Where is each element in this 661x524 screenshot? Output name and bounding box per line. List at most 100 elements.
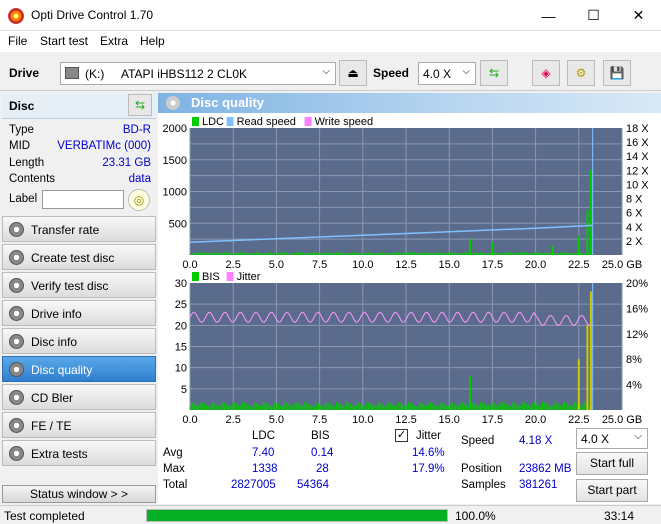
y-tick-label: 5 bbox=[181, 384, 187, 396]
x-tick-label: 17.5 bbox=[482, 414, 503, 423]
x-tick-label: 20.0 bbox=[525, 414, 546, 423]
jitter-checkbox[interactable]: ✓ bbox=[395, 429, 408, 442]
nav-fe-te[interactable]: FE / TE bbox=[2, 412, 156, 438]
y-tick-label: 1000 bbox=[163, 187, 187, 199]
x-tick-label: 12.5 bbox=[395, 414, 416, 423]
position-label: Position bbox=[461, 463, 502, 475]
x-tick-label: 10.0 bbox=[352, 414, 373, 423]
nav-drive-info[interactable]: Drive info bbox=[2, 300, 156, 326]
x-tick-label: 10.0 bbox=[352, 259, 373, 268]
drive-select[interactable]: (K:) ATAPI iHBS112 2 CL0K ⌵ bbox=[60, 62, 336, 85]
minimize-button[interactable]: — bbox=[526, 0, 571, 31]
chevron-down-icon: ⌵ bbox=[634, 431, 642, 442]
legend-label: LDC bbox=[202, 116, 224, 128]
progress-fill bbox=[147, 510, 447, 521]
disc-label-input[interactable] bbox=[42, 190, 124, 209]
max-label: Max bbox=[163, 463, 185, 475]
menu-help[interactable]: Help bbox=[140, 34, 165, 48]
app-icon bbox=[8, 8, 24, 24]
nav-verify-test-disc[interactable]: Verify test disc bbox=[2, 272, 156, 298]
speed-stat-label: Speed bbox=[461, 435, 495, 447]
drive-name: ATAPI iHBS112 2 CL0K bbox=[121, 67, 248, 81]
legend-label: Read speed bbox=[237, 116, 296, 128]
x-tick-label: 17.5 bbox=[482, 259, 503, 268]
legend-swatch bbox=[304, 117, 312, 126]
avg-label: Avg bbox=[163, 447, 183, 459]
menu-file[interactable]: File bbox=[8, 34, 27, 48]
disc-icon: ◎ bbox=[133, 193, 145, 207]
nav-disc-info[interactable]: Disc info bbox=[2, 328, 156, 354]
speed-select[interactable]: 4.0 X ⌵ bbox=[418, 62, 476, 85]
x-tick-label: 0.0 bbox=[182, 259, 197, 268]
erase-button[interactable]: ◈ bbox=[532, 60, 560, 86]
avg-jitter: 14.6% bbox=[412, 447, 445, 459]
disc-refresh-button[interactable]: ⇆ bbox=[128, 94, 152, 116]
save-button[interactable]: 💾 bbox=[603, 60, 631, 86]
settings-button[interactable]: ⚙ bbox=[567, 60, 595, 86]
start-part-button[interactable]: Start part bbox=[576, 479, 648, 502]
total-label: Total bbox=[163, 479, 188, 491]
x-tick-label: 15.0 bbox=[438, 414, 459, 423]
nav-create-test-disc[interactable]: Create test disc bbox=[2, 244, 156, 270]
disc-contents-row: Contents data bbox=[9, 173, 151, 185]
y2-tick-label: 6 X bbox=[626, 208, 643, 220]
avg-ldc: 7.40 bbox=[252, 447, 275, 459]
nav-disc-quality[interactable]: Disc quality bbox=[2, 356, 156, 382]
max-bis: 28 bbox=[316, 463, 329, 475]
y2-tick-label: 4% bbox=[626, 380, 642, 392]
x-tick-label: 0.0 bbox=[182, 414, 197, 423]
test-speed-value: 4.0 X bbox=[581, 432, 610, 446]
speed-stat-value: 4.18 X bbox=[519, 435, 553, 447]
menu-start-test[interactable]: Start test bbox=[40, 34, 88, 48]
y2-tick-label: 14 X bbox=[626, 151, 649, 163]
start-full-button[interactable]: Start full bbox=[576, 452, 648, 475]
gear-icon: ⚙ bbox=[575, 66, 587, 80]
refresh-icon: ⇆ bbox=[134, 98, 146, 112]
disc-icon bbox=[9, 362, 24, 377]
x-tick-label: 2.5 bbox=[226, 259, 241, 268]
y2-tick-label: 10 X bbox=[626, 179, 649, 191]
legend-swatch bbox=[192, 117, 199, 126]
refresh-icon: ⇆ bbox=[488, 66, 500, 80]
x-tick-label: 12.5 bbox=[395, 259, 416, 268]
maximize-button[interactable]: ☐ bbox=[571, 0, 616, 31]
disc-header-label: Disc bbox=[9, 99, 35, 113]
status-window-button[interactable]: Status window > > bbox=[2, 485, 156, 503]
x-tick-label: 25.0 GB bbox=[602, 259, 642, 268]
y2-tick-label: 16 X bbox=[626, 137, 649, 149]
nav-transfer-rate[interactable]: Transfer rate bbox=[2, 216, 156, 242]
refresh-speed-button[interactable]: ⇆ bbox=[480, 60, 508, 86]
x-tick-label: 25.0 GB bbox=[602, 414, 642, 423]
disc-length-row: Length 23.31 GB bbox=[9, 157, 151, 169]
y2-tick-label: 18 X bbox=[626, 123, 649, 135]
legend-label: Write speed bbox=[315, 116, 374, 128]
label-edit-button[interactable]: ◎ bbox=[128, 189, 150, 211]
x-tick-label: 22.5 bbox=[568, 414, 589, 423]
x-tick-label: 5.0 bbox=[269, 259, 284, 268]
disc-icon bbox=[9, 390, 24, 405]
nav-cd-bler[interactable]: CD Bler bbox=[2, 384, 156, 410]
x-tick-label: 7.5 bbox=[312, 414, 327, 423]
avg-bis: 0.14 bbox=[311, 447, 334, 459]
menu-bar: File Start test Extra Help bbox=[0, 31, 661, 52]
x-tick-label: 20.0 bbox=[525, 259, 546, 268]
close-button[interactable]: ✕ bbox=[616, 0, 661, 31]
test-speed-select[interactable]: 4.0 X ⌵ bbox=[576, 428, 648, 449]
x-tick-label: 22.5 bbox=[568, 259, 589, 268]
y-tick-label: 20 bbox=[175, 320, 187, 332]
bis-chart: 0.0 2.5 5.0 7.5 10.0 12.5 15.0 17.5 20.0 22.5 25.0… bbox=[175, 271, 648, 423]
speed-value: 4.0 X bbox=[423, 67, 452, 81]
eject-button[interactable]: ⏏ bbox=[339, 60, 367, 86]
y-tick-label: 500 bbox=[169, 218, 187, 230]
disc-header: Disc ⇆ bbox=[2, 93, 156, 119]
max-jitter: 17.9% bbox=[412, 463, 445, 475]
jitter-header: Jitter bbox=[416, 430, 441, 442]
max-ldc: 1338 bbox=[252, 463, 278, 475]
menu-extra[interactable]: Extra bbox=[100, 34, 128, 48]
nav-extra-tests[interactable]: Extra tests bbox=[2, 440, 156, 466]
disc-icon bbox=[9, 446, 24, 461]
total-bis: 54364 bbox=[297, 479, 329, 491]
bis-header: BIS bbox=[311, 430, 330, 442]
progress-label: 100.0% bbox=[455, 509, 496, 523]
disc-icon bbox=[9, 250, 24, 265]
